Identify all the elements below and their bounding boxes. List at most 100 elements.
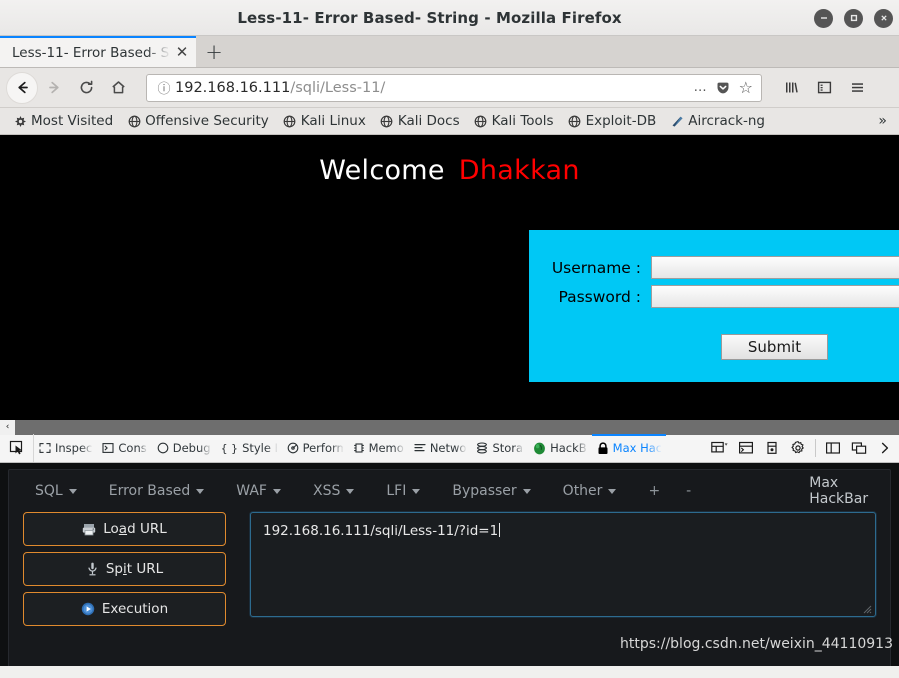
- scrollbar-track[interactable]: [15, 419, 899, 435]
- gear-icon: [791, 441, 804, 454]
- devtools-tab-storage[interactable]: Stora: [471, 434, 528, 462]
- minimize-button[interactable]: [814, 8, 833, 28]
- aircrack-icon: [670, 114, 684, 128]
- forward-button[interactable]: [38, 72, 70, 104]
- menu-label: Error Based: [108, 483, 191, 499]
- devtools-tab-label: Inspec: [55, 441, 93, 455]
- maximize-button[interactable]: [844, 8, 863, 28]
- button-label: Load URL: [103, 521, 167, 537]
- devtools-tab-max-hackbar[interactable]: Max HacK: [591, 434, 666, 462]
- site-info-icon[interactable]: ⓘ: [155, 78, 173, 97]
- bookmark-aircrack-ng[interactable]: Aircrack-ng: [663, 113, 772, 129]
- devtools-tab-hackbar[interactable]: HackB: [528, 434, 592, 462]
- bookmark-offensive-security[interactable]: Offensive Security: [120, 113, 276, 129]
- hackbar-menu-xss[interactable]: XSS: [313, 483, 355, 499]
- tab-close-icon[interactable]: ✕: [172, 43, 192, 63]
- devtools-tab-console[interactable]: Cons: [97, 434, 151, 462]
- sidebar-button[interactable]: [809, 72, 839, 104]
- inspector-icon: [39, 442, 51, 454]
- bookmark-label: Exploit-DB: [585, 113, 657, 129]
- hackbar-add-button[interactable]: +: [648, 483, 660, 499]
- pocket-icon[interactable]: [716, 81, 730, 95]
- globe-icon: [568, 114, 582, 128]
- split-url-button[interactable]: Spit URL: [23, 552, 226, 586]
- browser-tab-active[interactable]: Less-11- Error Based- S ✕: [0, 36, 196, 67]
- new-tab-button[interactable]: +: [196, 36, 232, 67]
- hackbar-action-buttons: Load URL Spit URL Execution: [23, 512, 226, 632]
- hackbar-brand-label: Max HackBar: [809, 475, 869, 507]
- back-button[interactable]: [6, 71, 38, 104]
- tab-strip: Less-11- Error Based- S ✕ +: [0, 36, 899, 68]
- devtools-tab-inspector[interactable]: Inspec: [34, 434, 97, 462]
- chevron-down-icon: [608, 488, 617, 494]
- library-button[interactable]: [776, 72, 806, 104]
- debugger-icon: [157, 442, 169, 454]
- close-button[interactable]: [874, 8, 893, 28]
- page-horizontal-scrollbar[interactable]: ‹: [0, 419, 899, 435]
- devtools-overflow-button[interactable]: [873, 434, 897, 462]
- hackbar-menu-error-based[interactable]: Error Based: [109, 483, 205, 499]
- hackbar-menu-sql[interactable]: SQL: [35, 483, 77, 499]
- devtools-tab-label: Stora: [492, 441, 524, 455]
- dock-window-icon: [851, 442, 867, 454]
- devtools-tab-style-editor[interactable]: { } Style Edi: [216, 434, 282, 462]
- submit-button[interactable]: Submit: [721, 334, 828, 360]
- screenshot-button[interactable]: [760, 434, 784, 462]
- element-picker-button[interactable]: [0, 434, 34, 462]
- devtools-tab-label: Cons: [118, 441, 147, 455]
- reload-button[interactable]: [70, 72, 102, 104]
- home-button[interactable]: [102, 72, 134, 104]
- bookmark-kali-linux[interactable]: Kali Linux: [276, 113, 373, 129]
- devtools-tab-label: Debug: [172, 441, 211, 455]
- username-input[interactable]: [651, 256, 899, 279]
- bookmark-kali-tools[interactable]: Kali Tools: [467, 113, 561, 129]
- window-titlebar: Less-11- Error Based- String - Mozilla F…: [0, 0, 899, 36]
- sidebar-icon: [817, 81, 831, 94]
- dock-window-button[interactable]: [847, 434, 871, 462]
- bookmark-kali-docs[interactable]: Kali Docs: [373, 113, 467, 129]
- bookmark-label: Most Visited: [31, 113, 114, 129]
- password-row: Password :: [529, 285, 899, 308]
- split-console-button[interactable]: [734, 434, 758, 462]
- hackbar-menu-bypasser[interactable]: Bypasser: [452, 483, 531, 499]
- hackbar-menu-waf[interactable]: WAF: [236, 483, 281, 499]
- responsive-design-mode-button[interactable]: [708, 434, 732, 462]
- hackbar-url-input[interactable]: 192.168.16.111/sqli/Less-11/?id=1: [251, 513, 875, 539]
- devtools-tab-memory[interactable]: Memo: [348, 434, 409, 462]
- chevron-down-icon: [196, 488, 205, 494]
- app-menu-button[interactable]: [842, 72, 872, 104]
- devtools-tab-label: Performa: [302, 441, 343, 455]
- bookmark-star-icon[interactable]: ☆: [739, 78, 753, 97]
- password-input[interactable]: [651, 285, 899, 308]
- url-bar[interactable]: ⓘ 192.168.16.111/sqli/Less-11/ … ☆: [146, 73, 762, 102]
- bookmark-most-visited[interactable]: Most Visited: [6, 113, 120, 129]
- execute-icon: [81, 602, 95, 616]
- hackbar-url-editor[interactable]: 192.168.16.111/sqli/Less-11/?id=1: [250, 512, 876, 617]
- username-label: Username :: [551, 258, 641, 277]
- bookmark-exploit-db[interactable]: Exploit-DB: [561, 113, 664, 129]
- bookmark-label: Aircrack-ng: [688, 113, 765, 129]
- devtools-settings-button[interactable]: [786, 434, 810, 462]
- resize-grip-icon[interactable]: [862, 604, 872, 614]
- button-label: Spit URL: [105, 561, 164, 577]
- load-url-button[interactable]: Load URL: [23, 512, 226, 546]
- url-input[interactable]: 192.168.16.111/sqli/Less-11/: [173, 80, 694, 96]
- maximize-icon: [850, 14, 857, 22]
- devtools-tab-performance[interactable]: Performa: [282, 434, 348, 462]
- devtools-tab-list: Inspec Cons Debug { } Style Edi Performa…: [34, 434, 708, 462]
- page-actions-icon[interactable]: …: [694, 80, 707, 95]
- devtools-tab-network[interactable]: Netwo: [409, 434, 472, 462]
- execution-button[interactable]: Execution: [23, 592, 226, 626]
- chevron-down-icon: [273, 488, 281, 494]
- dock-side-button[interactable]: [821, 434, 845, 462]
- scroll-left-icon[interactable]: ‹: [0, 419, 15, 435]
- hackbar-menu-lfi[interactable]: LFI: [386, 483, 421, 499]
- hackbar-remove-button[interactable]: -: [686, 483, 691, 499]
- globe-icon: [380, 114, 394, 128]
- globe-icon: [127, 114, 141, 128]
- chevron-down-icon: [68, 488, 77, 494]
- hackbar-menu-other[interactable]: Other: [563, 483, 617, 499]
- devtools-tab-debugger[interactable]: Debug: [152, 434, 216, 462]
- globe-icon: [474, 114, 488, 128]
- bookmarks-overflow-icon[interactable]: »: [872, 113, 893, 129]
